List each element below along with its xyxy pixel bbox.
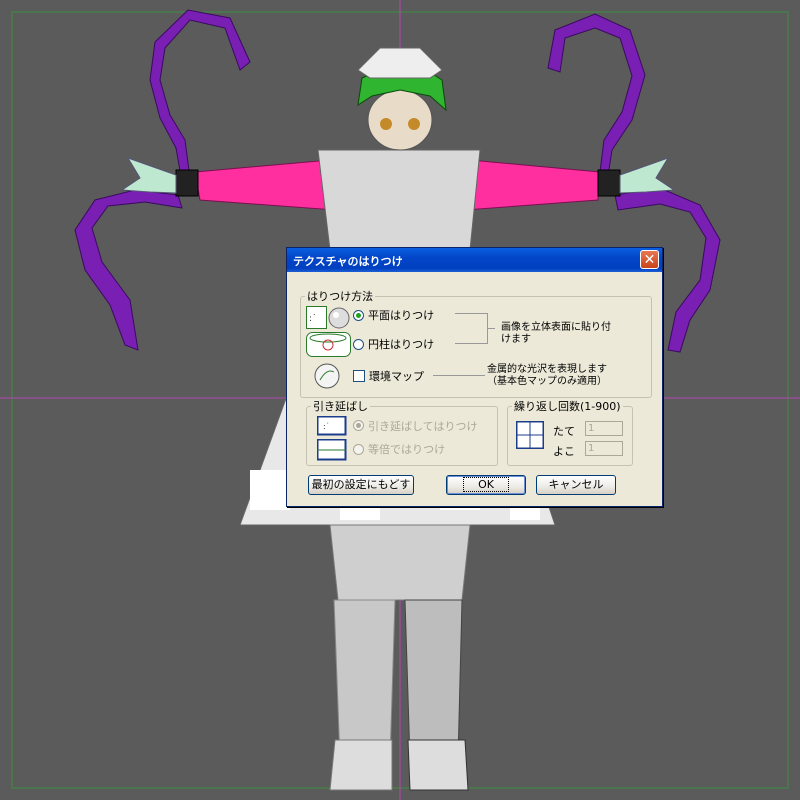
dialog-titlebar[interactable]: テクスチャのはりつけ ✕ — [287, 248, 662, 272]
envmap-note-line1: 金属的な光沢を表現します — [487, 364, 607, 375]
cylindrical-radio[interactable] — [353, 339, 364, 350]
planar-radio[interactable] — [353, 310, 364, 321]
cancel-button[interactable]: キャンセル — [536, 475, 616, 495]
stretch-legend: 引き延ばし — [313, 400, 368, 413]
projection-note-line1: 画像を立体表面に貼り付 — [501, 322, 611, 333]
repeat-grid-icon — [516, 421, 544, 449]
character-head — [357, 47, 447, 151]
planar-label: 平面はりつけ — [368, 309, 435, 322]
planar-mapping-icon: :˙ — [306, 306, 350, 329]
projection-note: 画像を立体表面に貼り付 けます — [501, 322, 611, 346]
stretch-label: 引き延ばしてはりつけ — [368, 420, 478, 433]
stretch-radio[interactable] — [353, 420, 364, 431]
horizontal-repeat-input[interactable]: 1 — [585, 441, 623, 456]
close-button[interactable]: ✕ — [640, 250, 659, 269]
envmap-note-line2: （基本色マップのみ適用） — [487, 376, 607, 387]
same-scale-icon — [317, 439, 347, 461]
note-connector-top — [455, 313, 487, 314]
envmap-note: 金属的な光沢を表現します （基本色マップのみ適用） — [487, 364, 607, 388]
reset-button[interactable]: 最初の設定にもどす — [308, 475, 414, 495]
environment-map-label: 環境マップ — [369, 370, 424, 383]
svg-text::˙: :˙ — [323, 422, 330, 431]
environment-map-icon — [314, 363, 340, 389]
ok-button[interactable]: OK — [446, 475, 526, 495]
dialog-title: テクスチャのはりつけ — [293, 255, 403, 268]
vertical-repeat-input[interactable]: 1 — [585, 421, 623, 436]
cylindrical-label: 円柱はりつけ — [368, 338, 435, 351]
vertical-repeat-label: たて — [553, 425, 575, 438]
projection-note-line2: けます — [501, 334, 531, 345]
repeat-legend: 繰り返し回数(1-900) — [514, 400, 621, 413]
texture-mapping-dialog: テクスチャのはりつけ ✕ はりつけ方法 :˙ 平面はりつけ 円柱はりつけ 画像を… — [286, 247, 663, 507]
mapping-method-legend: はりつけ方法 — [307, 290, 374, 303]
same-scale-radio[interactable] — [353, 444, 364, 455]
ok-button-label: OK — [463, 477, 509, 492]
note-bracket-tick — [487, 328, 495, 329]
horizontal-repeat-label: よこ — [553, 445, 575, 458]
environment-map-checkbox[interactable] — [353, 370, 365, 382]
same-scale-label: 等倍ではりつけ — [368, 443, 446, 456]
stretch-icon: :˙ — [317, 416, 347, 436]
svg-text::˙: :˙ — [309, 314, 317, 324]
envmap-connector — [433, 375, 485, 376]
cylindrical-mapping-icon — [306, 332, 351, 357]
note-connector-bottom — [455, 343, 487, 344]
